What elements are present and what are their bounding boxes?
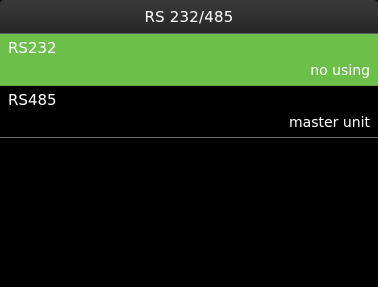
- page-title: RS 232/485: [144, 7, 234, 26]
- menu-item-value: no using: [310, 63, 370, 79]
- title-bar: RS 232/485: [0, 0, 378, 34]
- menu-item-label: RS232: [8, 39, 57, 57]
- menu-list: RS232 no using RS485 master unit: [0, 34, 378, 138]
- menu-item-label: RS485: [8, 91, 57, 109]
- device-screen: RS 232/485 RS232 no using RS485 master u…: [0, 0, 378, 287]
- menu-item-rs232[interactable]: RS232 no using: [0, 34, 378, 86]
- menu-item-value: master unit: [289, 115, 370, 131]
- menu-item-rs485[interactable]: RS485 master unit: [0, 86, 378, 138]
